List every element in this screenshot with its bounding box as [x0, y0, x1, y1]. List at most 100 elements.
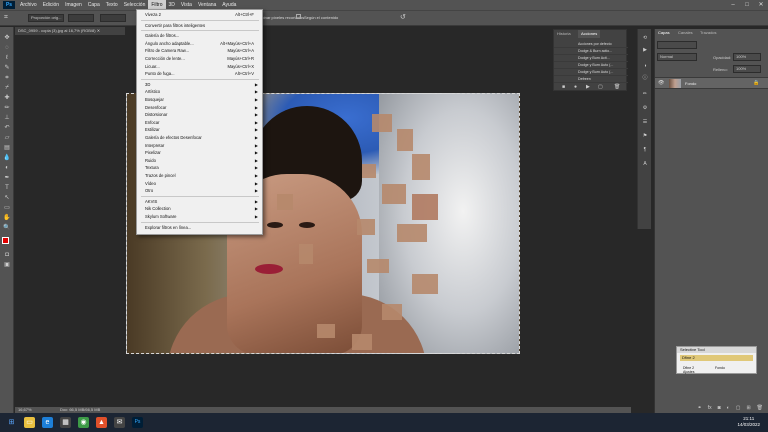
- info-panel-icon[interactable]: ⓘ: [641, 75, 649, 81]
- properties-panel-icon[interactable]: ☰: [641, 119, 649, 125]
- action-row[interactable]: Dodge & Burn actio...: [554, 48, 628, 55]
- filter-plugin[interactable]: AKVIS ▶: [137, 198, 262, 205]
- stop-icon[interactable]: ■: [562, 84, 565, 90]
- menu-imagen[interactable]: Imagen: [62, 0, 85, 10]
- filter-submenu[interactable]: Ruido ▶: [137, 157, 262, 164]
- delete-layer-icon[interactable]: 🗑: [757, 405, 763, 413]
- brush-panel-icon[interactable]: ✏: [641, 91, 649, 97]
- close-tab-icon[interactable]: ✕: [97, 28, 100, 33]
- chrome-icon[interactable]: ◉: [78, 417, 89, 428]
- action-row[interactable]: Acciones por defecto: [554, 41, 628, 48]
- adjustment-layer-icon[interactable]: ◐: [727, 405, 730, 413]
- layer-name[interactable]: Fondo: [685, 81, 696, 86]
- play-icon[interactable]: ▶: [586, 84, 590, 90]
- content-aware-checkbox[interactable]: [296, 14, 301, 19]
- gradient-icon[interactable]: ▤: [3, 145, 11, 152]
- filter-submenu[interactable]: Otro ▶: [137, 187, 262, 194]
- tab-trazados[interactable]: Trazados: [697, 29, 720, 37]
- tab-canales[interactable]: Canales: [675, 29, 696, 37]
- filter-item-g1[interactable]: Licuar... Mayús+Ctrl+X: [137, 63, 262, 70]
- blur-icon[interactable]: 💧: [3, 155, 11, 162]
- blend-mode-select[interactable]: Normal: [657, 53, 697, 61]
- history-panel-icon[interactable]: ⟲: [641, 35, 649, 41]
- fx-icon[interactable]: fx: [708, 405, 712, 413]
- quick-mask-icon[interactable]: ◘: [3, 252, 11, 259]
- crop-icon[interactable]: ⌗: [3, 75, 11, 82]
- opacity-field[interactable]: 100%: [733, 53, 761, 61]
- proportion-select[interactable]: Proporción orig...: [28, 14, 64, 22]
- width-field[interactable]: [68, 14, 94, 22]
- filter-submenu[interactable]: Vídeo ▶: [137, 180, 262, 187]
- filter-submenu[interactable]: Galería de efectos Desenfocar ▶: [137, 134, 262, 141]
- action-row[interactable]: Dodge y Burn Acti...: [554, 55, 628, 62]
- selective-item-dfine[interactable]: Dfine 2: [680, 355, 753, 361]
- brave-icon[interactable]: ▲: [96, 417, 107, 428]
- close-icon[interactable]: ✕: [754, 0, 768, 10]
- character-panel-icon[interactable]: A: [641, 161, 649, 167]
- actions-panel-icon[interactable]: ▶: [641, 47, 649, 53]
- filter-submenu[interactable]: Interpretar ▶: [137, 142, 262, 149]
- link-icon[interactable]: ⚭: [698, 405, 702, 413]
- action-row[interactable]: Dodge y Burn Auto (...: [554, 69, 628, 76]
- screen-mode-icon[interactable]: ▣: [3, 262, 11, 269]
- filter-submenu[interactable]: Artístico ▶: [137, 88, 262, 95]
- clone-stamp-icon[interactable]: ⊥: [3, 115, 11, 122]
- settings-label[interactable]: Ajustes: [683, 370, 694, 374]
- filter-submenu[interactable]: Trazos de pincel ▶: [137, 172, 262, 179]
- action-row[interactable]: Defreen: [554, 76, 628, 83]
- filter-item-g1[interactable]: Punto de fuga... Alt+Ctrl+V: [137, 70, 262, 77]
- reset-icon[interactable]: ↺: [400, 13, 406, 21]
- filter-submenu[interactable]: Bosquejar ▶: [137, 96, 262, 103]
- crop-tool-icon[interactable]: ⌗: [4, 14, 8, 22]
- filter-item-last[interactable]: Viveza 2 Alt+Ctrl+F: [137, 11, 262, 18]
- color-panel-icon[interactable]: ◑: [641, 63, 649, 69]
- layer-row-background[interactable]: 👁 Fondo 🔒: [655, 77, 768, 89]
- styles-panel-icon[interactable]: ⚑: [641, 133, 649, 139]
- content-aware-label[interactable]: Según el contenido: [304, 15, 338, 20]
- minimize-icon[interactable]: –: [726, 0, 740, 10]
- dodge-icon[interactable]: ◐: [3, 165, 11, 172]
- foreground-color-swatch[interactable]: [2, 237, 9, 244]
- filter-submenu[interactable]: Pixelizar ▶: [137, 149, 262, 156]
- tab-acciones[interactable]: Acciones: [578, 30, 601, 38]
- zoom-icon[interactable]: 🔍: [3, 225, 11, 232]
- mail-icon[interactable]: ✉: [114, 417, 125, 428]
- filter-item-g1[interactable]: Ángulo ancho adaptable... Alt+Mayús+Ctrl+…: [137, 40, 262, 47]
- path-select-icon[interactable]: ↖: [3, 195, 11, 202]
- record-icon[interactable]: ●: [574, 84, 577, 90]
- filter-item-g1[interactable]: Filtro de Camera Raw... Mayús+Ctrl+A: [137, 47, 262, 54]
- store-icon[interactable]: ▦: [60, 417, 71, 428]
- eyedropper-icon[interactable]: ⌿: [3, 85, 11, 92]
- healing-brush-icon[interactable]: ✚: [3, 95, 11, 102]
- menu-archivo[interactable]: Archivo: [17, 0, 40, 10]
- type-tool-icon[interactable]: T: [3, 185, 11, 192]
- group-icon[interactable]: ▢: [736, 405, 741, 413]
- tab-historia[interactable]: Historia: [554, 30, 574, 38]
- filter-item-browse[interactable]: Explorar filtros en línea...: [137, 224, 262, 231]
- trash-icon[interactable]: 🗑: [614, 84, 620, 90]
- new-layer-icon[interactable]: ⊞: [746, 405, 750, 413]
- lasso-tool-icon[interactable]: ℓ: [3, 55, 11, 62]
- file-explorer-icon[interactable]: ▭: [24, 417, 35, 428]
- layer-kind-filter[interactable]: [657, 41, 697, 49]
- visibility-eye-icon[interactable]: 👁: [658, 80, 664, 86]
- filter-plugin[interactable]: Skylum Software ▶: [137, 213, 262, 220]
- new-set-icon[interactable]: ▢: [598, 84, 603, 90]
- height-field[interactable]: [100, 14, 126, 22]
- paragraph-panel-icon[interactable]: ¶: [641, 147, 649, 153]
- action-row[interactable]: Dodge y Burn Auto (...: [554, 62, 628, 69]
- fill-field[interactable]: 100%: [733, 65, 761, 73]
- history-brush-icon[interactable]: ↶: [3, 125, 11, 132]
- filter-submenu[interactable]: Textura ▶: [137, 164, 262, 171]
- edge-icon[interactable]: e: [42, 417, 53, 428]
- hand-icon[interactable]: ✋: [3, 215, 11, 222]
- tab-capas[interactable]: Capas: [655, 29, 673, 37]
- move-tool-icon[interactable]: ✥: [3, 35, 11, 42]
- filter-submenu[interactable]: 3D ▶: [137, 81, 262, 88]
- mask-icon[interactable]: ◙: [718, 405, 721, 413]
- eraser-icon[interactable]: ▱: [3, 135, 11, 142]
- menu-edicion[interactable]: Edición: [40, 0, 62, 10]
- adjustments-panel-icon[interactable]: ⚙: [641, 105, 649, 111]
- filter-item-smart[interactable]: Convertir para filtros inteligentes: [137, 22, 262, 29]
- pen-icon[interactable]: ✒: [3, 175, 11, 182]
